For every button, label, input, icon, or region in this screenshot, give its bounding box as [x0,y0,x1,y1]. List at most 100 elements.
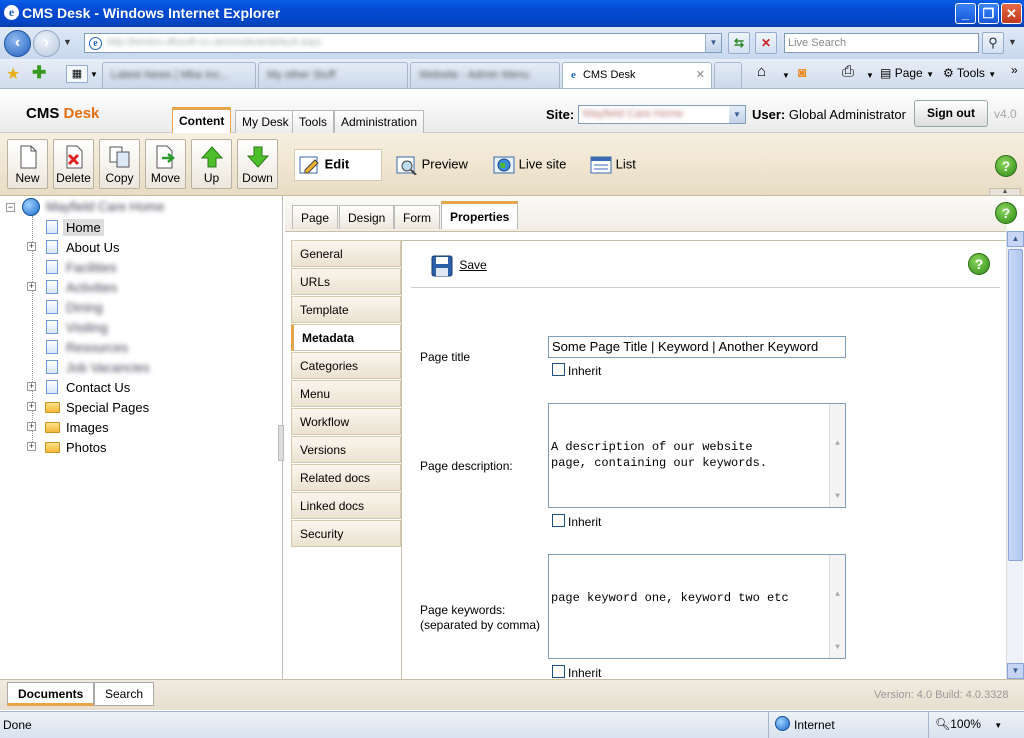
textarea-scrollbar[interactable]: ▲ ▼ [829,555,845,658]
expand-icon[interactable]: + [27,382,36,391]
site-select[interactable]: Mayfield Care Home ▼ [578,105,746,124]
menu-item-linked-docs[interactable]: Linked docs [291,492,401,519]
tab-documents[interactable]: Documents [7,682,95,706]
scroll-thumb[interactable] [1008,249,1023,561]
tree-item-contact-us[interactable]: Contact Us [66,380,130,395]
help-icon[interactable]: ? [968,253,990,275]
tab-form[interactable]: Form [394,205,440,229]
zoom-control[interactable]: 🔍︎100% ▼ [935,717,1002,731]
preview-mode[interactable]: Preview [396,155,468,176]
tree-item-images[interactable]: Images [66,420,109,435]
browser-tab[interactable]: Latest News | Mba Inc... [102,62,256,88]
tree-item-job-vacancies[interactable]: Job Vacancies [66,360,150,375]
print-dropdown-icon[interactable]: ▼ [866,71,874,80]
menu-item-menu[interactable]: Menu [291,380,401,407]
list-mode[interactable]: List [590,155,636,175]
scroll-up-icon[interactable]: ▲ [830,436,845,452]
tab-administration[interactable]: Administration [334,110,425,133]
new-button[interactable]: New [7,139,48,189]
tools-menu[interactable]: ⚙ Tools ▼ [943,66,996,80]
menu-item-template[interactable]: Template [291,296,401,323]
pane-splitter[interactable] [278,425,284,461]
more-tools-icon[interactable]: » [1011,63,1018,77]
back-button[interactable]: ‹ [4,30,31,57]
close-button[interactable]: ✕ [1001,3,1022,24]
page-keywords-textarea[interactable]: page keyword one, keyword two etc ▲ ▼ [548,554,846,659]
tree-root[interactable]: Mayfield Care Home [46,199,165,214]
page-description-textarea[interactable]: A description of our website page, conta… [548,403,846,508]
print-icon[interactable]: ⎙ [842,63,854,80]
edit-mode[interactable]: Edit [299,155,349,175]
tree-item-resources[interactable]: Resources [66,340,128,355]
menu-item-metadata[interactable]: Metadata [291,324,401,351]
stop-icon[interactable]: ✕ [755,32,777,54]
scroll-up-icon[interactable]: ▲ [1007,231,1024,247]
refresh-icon[interactable]: ⇆ [728,32,750,54]
tab-list-icon[interactable]: ▼ [90,70,98,79]
tree-item-dining[interactable]: Dining [66,300,103,315]
move-button[interactable]: Move [145,139,186,189]
tab-properties[interactable]: Properties [441,201,519,229]
quick-tabs-icon[interactable]: ▦ [66,65,88,83]
sign-out-button[interactable]: Sign out [914,100,988,127]
scroll-down-icon[interactable]: ▼ [830,489,845,505]
expand-icon[interactable]: + [27,402,36,411]
menu-item-security[interactable]: Security [291,520,401,547]
close-tab-icon[interactable]: ✕ [696,68,705,81]
new-tab-button[interactable] [714,62,742,88]
help-icon[interactable]: ? [995,202,1017,224]
live-site-mode[interactable]: Live site [493,155,566,175]
collapse-toolbar-icon[interactable]: ▲ [989,188,1021,196]
browser-tab-active[interactable]: e CMS Desk ✕ [562,62,712,88]
page-keywords-inherit-checkbox[interactable] [552,665,565,678]
restore-button[interactable]: ❐ [978,3,999,24]
expand-icon[interactable]: + [27,422,36,431]
vertical-scrollbar[interactable]: ▲ ▼ [1006,231,1024,679]
forward-button[interactable]: › [33,30,60,57]
tree-item-visiting[interactable]: Visiting [66,320,108,335]
tab-tools[interactable]: Tools [292,110,335,133]
save-button[interactable]: Save [431,255,487,277]
favorites-star-icon[interactable]: ★ [6,64,20,84]
collapse-icon[interactable]: − [6,203,15,212]
expand-icon[interactable]: + [27,442,36,451]
search-input[interactable]: Live Search [784,33,979,53]
search-options-icon[interactable]: ▼ [1008,37,1017,47]
home-dropdown-icon[interactable]: ▼ [782,71,790,80]
tree-item-photos[interactable]: Photos [66,440,106,455]
menu-item-categories[interactable]: Categories [291,352,401,379]
expand-icon[interactable]: + [27,282,36,291]
tree-item-special-pages[interactable]: Special Pages [66,400,149,415]
minimize-button[interactable]: _ [955,3,976,24]
menu-item-versions[interactable]: Versions [291,436,401,463]
page-description-inherit-checkbox[interactable] [552,514,565,527]
copy-button[interactable]: Copy [99,139,140,189]
feeds-icon[interactable]: ◙ [798,64,806,80]
browser-tab[interactable]: Website - Admin Menu [410,62,560,88]
menu-item-related-docs[interactable]: Related docs [291,464,401,491]
tab-content[interactable]: Content [172,107,232,133]
tree-item-facilities[interactable]: Facilities [66,260,117,275]
page-title-input[interactable]: Some Page Title | Keyword | Another Keyw… [548,336,846,358]
address-input[interactable]: e http://kentico.dfssoft.co.uk/cmsdesk/d… [84,33,722,53]
tab-search[interactable]: Search [94,682,155,706]
scroll-up-icon[interactable]: ▲ [830,587,845,603]
tree-item-home[interactable]: Home [63,219,104,236]
tab-design[interactable]: Design [339,205,395,229]
expand-icon[interactable]: + [27,242,36,251]
menu-item-urls[interactable]: URLs [291,268,401,295]
delete-button[interactable]: Delete [53,139,94,189]
scroll-down-icon[interactable]: ▼ [830,640,845,656]
down-button[interactable]: Down [237,139,278,189]
scroll-down-icon[interactable]: ▼ [1007,663,1024,679]
tab-my-desk[interactable]: My Desk [235,110,296,133]
page-title-inherit-checkbox[interactable] [552,363,565,376]
add-favorite-icon[interactable]: ✚ [32,63,46,83]
window-title-bar[interactable]: e CMS Desk - Windows Internet Explorer _… [0,0,1024,27]
search-icon[interactable]: ⚲ [982,32,1004,54]
tree-item-about-us[interactable]: About Us [66,240,119,255]
tree-item-activities[interactable]: Activities [66,280,117,295]
up-button[interactable]: Up [191,139,232,189]
address-dropdown-icon[interactable]: ▼ [705,34,721,52]
tab-page[interactable]: Page [292,205,339,229]
